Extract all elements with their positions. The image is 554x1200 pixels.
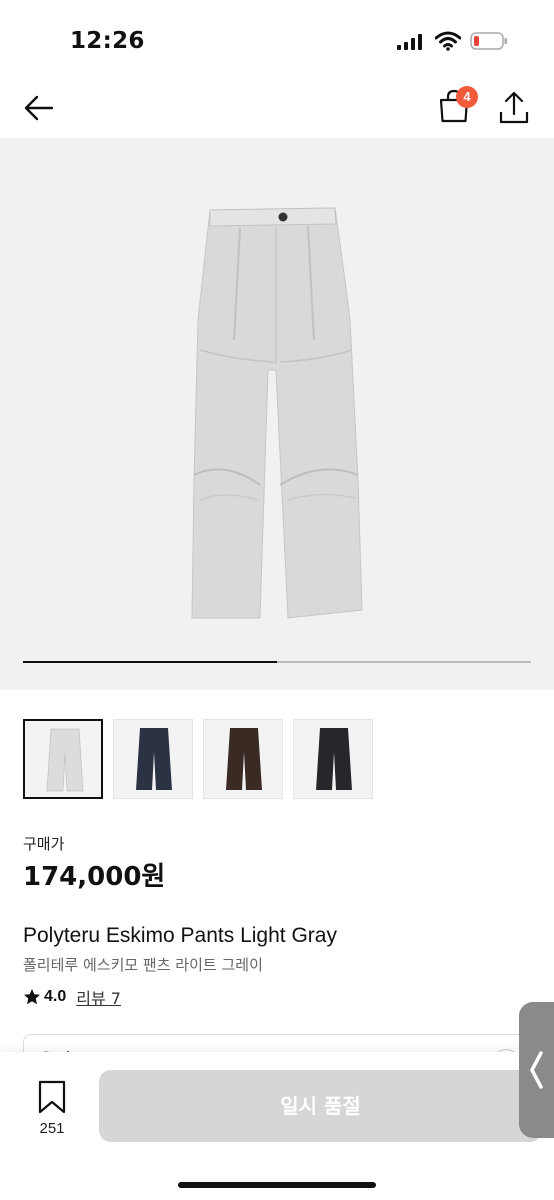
side-panel-handle[interactable] bbox=[519, 1002, 554, 1138]
gallery-progress-fill bbox=[23, 661, 277, 663]
bottom-action-bar: 251 일시 품절 bbox=[0, 1052, 554, 1200]
battery-icon bbox=[470, 32, 507, 50]
signal-icon bbox=[397, 34, 422, 50]
wifi-icon bbox=[435, 31, 461, 51]
share-icon[interactable] bbox=[496, 90, 532, 126]
bookmark-count: 251 bbox=[39, 1120, 65, 1137]
home-indicator bbox=[178, 1182, 376, 1188]
review-link[interactable]: 리뷰 7 bbox=[76, 985, 121, 1009]
product-name-english: Polyteru Eskimo Pants Light Gray bbox=[23, 924, 337, 947]
thumbnail-light-gray[interactable] bbox=[23, 719, 103, 799]
gallery-progress-bar bbox=[23, 661, 531, 663]
price-label: 구매가 bbox=[23, 835, 65, 853]
status-time: 12:26 bbox=[70, 28, 145, 54]
thumbnail-black[interactable] bbox=[293, 719, 373, 799]
price-value: 174,000원 bbox=[23, 862, 166, 892]
rating-row: 4.0 리뷰 7 bbox=[23, 986, 121, 1008]
cart-count-badge: 4 bbox=[456, 86, 478, 108]
star-icon bbox=[24, 989, 40, 1005]
thumbnail-navy[interactable] bbox=[113, 719, 193, 799]
chevron-left-icon bbox=[530, 1051, 543, 1089]
product-image-gallery[interactable] bbox=[0, 138, 554, 690]
product-photo bbox=[191, 207, 363, 619]
bookmark-icon bbox=[38, 1080, 66, 1114]
product-name-korean: 폴리테루 에스키모 팬츠 라이트 그레이 bbox=[23, 956, 263, 974]
sold-out-button[interactable]: 일시 품절 bbox=[99, 1070, 542, 1142]
thumbnail-brown[interactable] bbox=[203, 719, 283, 799]
top-nav: 4 bbox=[0, 80, 554, 138]
status-bar: 12:26 bbox=[0, 0, 554, 80]
back-arrow-icon[interactable] bbox=[22, 90, 58, 126]
rating-value: 4.0 bbox=[44, 988, 67, 1005]
bookmark-button[interactable]: 251 bbox=[30, 1080, 74, 1146]
